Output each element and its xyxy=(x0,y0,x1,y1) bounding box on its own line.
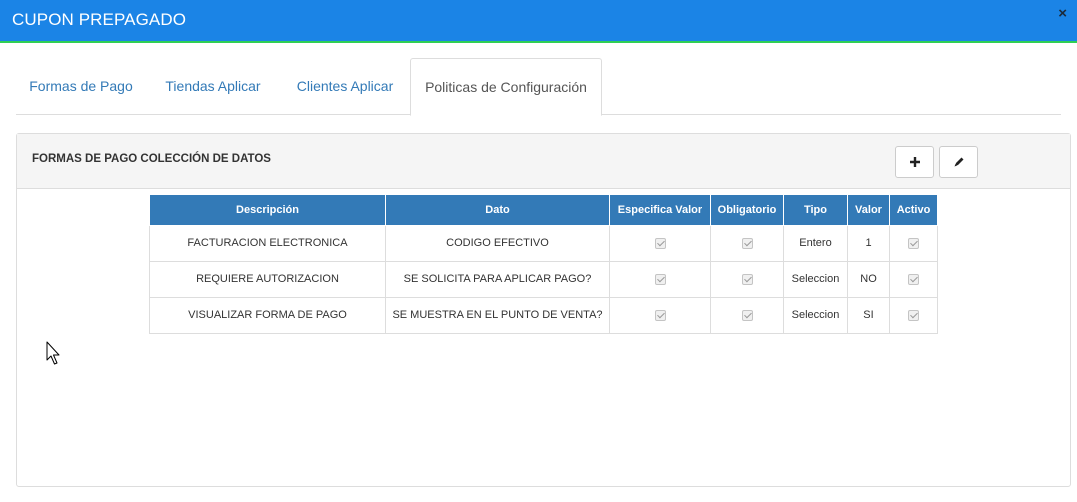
add-button[interactable] xyxy=(895,146,934,178)
column-header-especifica-valor[interactable]: Especifica Valor xyxy=(609,195,711,226)
column-header-obligatorio[interactable]: Obligatorio xyxy=(710,195,784,226)
obligatorio-checkbox xyxy=(741,310,753,321)
table-row[interactable]: REQUIERE AUTORIZACION SE SOLICITA PARA A… xyxy=(149,260,938,298)
especifica-valor-checkbox xyxy=(654,310,666,321)
edit-button[interactable] xyxy=(939,146,978,178)
especifica-valor-checkbox xyxy=(654,238,666,249)
close-icon[interactable]: × xyxy=(1058,5,1067,22)
plus-icon xyxy=(909,157,920,167)
activo-checkbox xyxy=(908,274,919,285)
cell-especifica-valor xyxy=(609,260,711,298)
activo-checkbox xyxy=(908,310,919,321)
cell-obligatorio xyxy=(710,224,784,262)
pencil-icon xyxy=(954,157,963,167)
especifica-valor-checkbox xyxy=(654,274,666,285)
formas-de-pago-panel: FORMAS DE PAGO COLECCIÓN DE DATOS Descri… xyxy=(16,133,1071,487)
panel-title: FORMAS DE PAGO COLECCIÓN DE DATOS xyxy=(32,153,271,165)
column-header-dato[interactable]: Dato xyxy=(385,195,610,226)
panel-heading: FORMAS DE PAGO COLECCIÓN DE DATOS xyxy=(17,134,1070,189)
modal-header: CUPON PREPAGADO × xyxy=(0,0,1077,43)
cell-descripcion: VISUALIZAR FORMA DE PAGO xyxy=(149,296,386,334)
table-header-row: Descripción Dato Especifica Valor Obliga… xyxy=(149,195,938,226)
cell-dato: CODIGO EFECTIVO xyxy=(385,224,610,262)
column-header-descripcion[interactable]: Descripción xyxy=(149,195,386,226)
tab-tiendas-aplicar[interactable]: Tiendas Aplicar xyxy=(146,58,280,115)
column-header-valor[interactable]: Valor xyxy=(847,195,890,226)
cell-obligatorio xyxy=(710,260,784,298)
cell-activo xyxy=(889,260,938,298)
cell-especifica-valor xyxy=(609,224,711,262)
obligatorio-checkbox xyxy=(741,274,753,285)
column-header-activo[interactable]: Activo xyxy=(889,195,938,226)
cell-dato: SE MUESTRA EN EL PUNTO DE VENTA? xyxy=(385,296,610,334)
cell-activo xyxy=(889,296,938,334)
mouse-pointer-icon xyxy=(46,341,60,365)
cell-valor: SI xyxy=(847,296,890,334)
tab-formas-de-pago[interactable]: Formas de Pago xyxy=(16,58,146,115)
cell-tipo: Entero xyxy=(783,224,848,262)
tab-bar: Formas de Pago Tiendas Aplicar Clientes … xyxy=(16,58,1061,116)
cell-valor: 1 xyxy=(847,224,890,262)
modal-title: CUPON PREPAGADO xyxy=(12,10,187,29)
data-table: Descripción Dato Especifica Valor Obliga… xyxy=(149,195,938,334)
cell-tipo: Seleccion xyxy=(783,296,848,334)
cell-especifica-valor xyxy=(609,296,711,334)
cell-dato: SE SOLICITA PARA APLICAR PAGO? xyxy=(385,260,610,298)
cell-descripcion: REQUIERE AUTORIZACION xyxy=(149,260,386,298)
cell-obligatorio xyxy=(710,296,784,334)
cell-activo xyxy=(889,224,938,262)
cell-descripcion: FACTURACION ELECTRONICA xyxy=(149,224,386,262)
tab-clientes-aplicar[interactable]: Clientes Aplicar xyxy=(280,58,410,115)
obligatorio-checkbox xyxy=(741,238,753,249)
column-header-tipo[interactable]: Tipo xyxy=(783,195,848,226)
cell-tipo: Seleccion xyxy=(783,260,848,298)
activo-checkbox xyxy=(908,238,919,249)
cell-valor: NO xyxy=(847,260,890,298)
tab-politicas-de-configuracion[interactable]: Politicas de Configuración xyxy=(410,58,602,116)
table-row[interactable]: FACTURACION ELECTRONICA CODIGO EFECTIVO … xyxy=(149,224,938,262)
table-row[interactable]: VISUALIZAR FORMA DE PAGO SE MUESTRA EN E… xyxy=(149,296,938,334)
